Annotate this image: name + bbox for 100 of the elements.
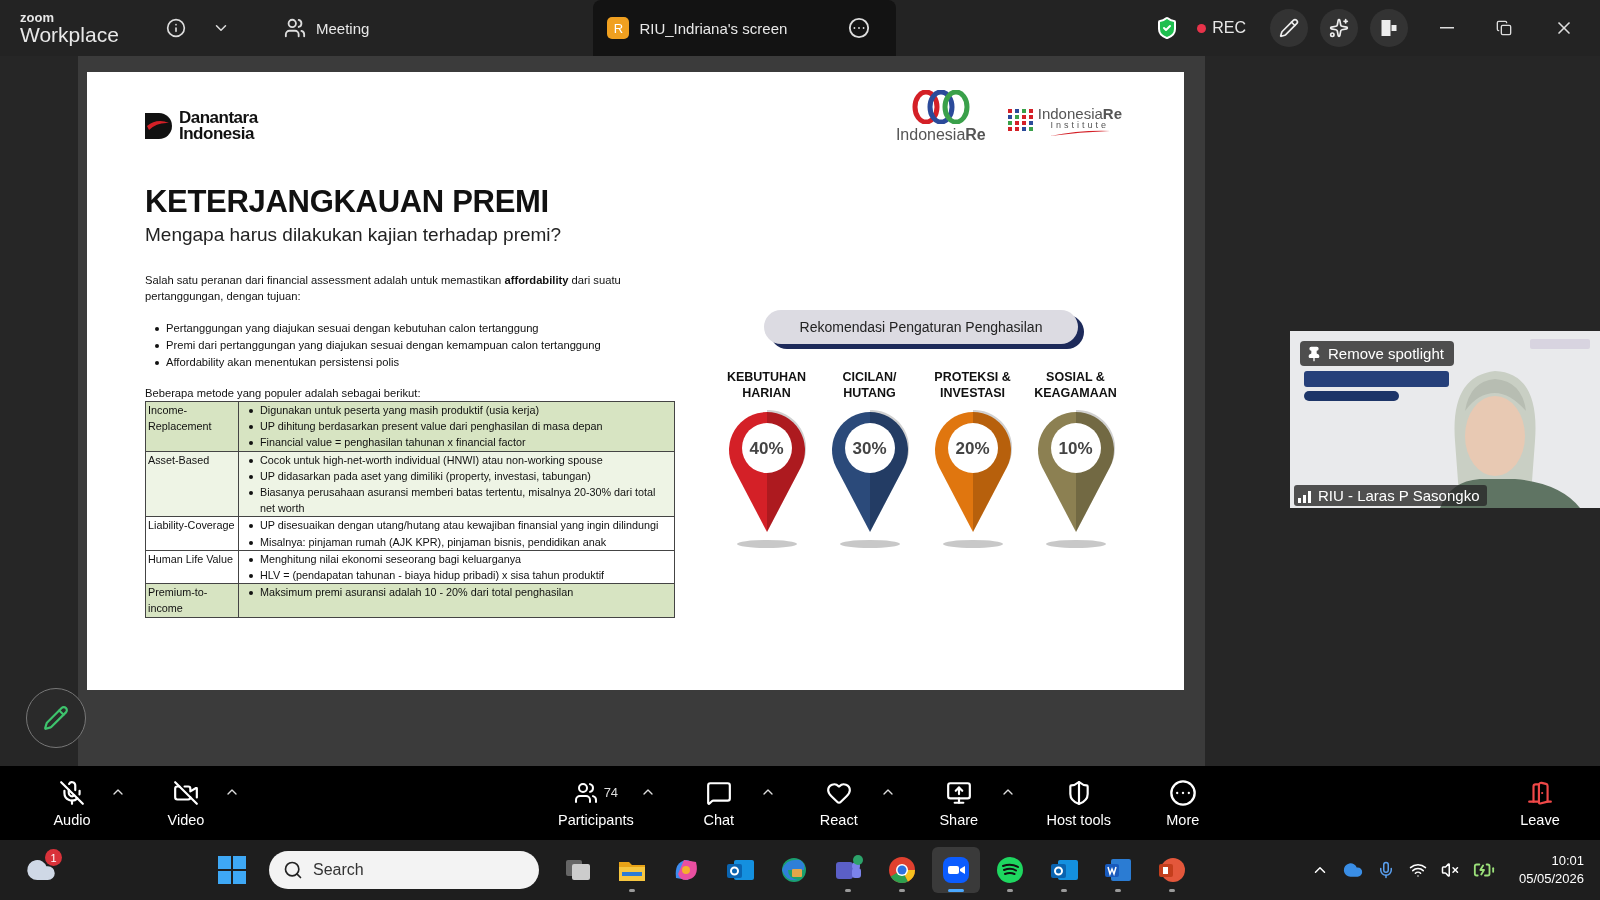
bullet-dot-icon bbox=[249, 557, 253, 562]
avatar-badge: R bbox=[607, 17, 630, 39]
clock-date[interactable]: 05/05/2026 bbox=[1518, 870, 1584, 888]
muted-speaker-icon[interactable] bbox=[1440, 861, 1459, 879]
method-name-cell: Premium-to-income bbox=[145, 583, 239, 618]
participant-count: 74 bbox=[603, 785, 619, 800]
restore-icon bbox=[1496, 20, 1512, 36]
bullet-point: Pertanggungan yang diajukan sesuai dengan kebutuhan calon tertanggung bbox=[166, 321, 539, 337]
layout-icon bbox=[1381, 20, 1397, 36]
minimize-icon bbox=[1440, 27, 1454, 29]
pencil-icon bbox=[1279, 18, 1299, 38]
sparkle-button[interactable] bbox=[1320, 9, 1358, 47]
method-point: UP disesuaikan dengan utang/hutang atau kewajiban finansial yang ingin dilindungi bbox=[260, 518, 659, 534]
category-label: PROTEKSI & INVESTASI bbox=[934, 370, 1011, 402]
layout-button[interactable] bbox=[1370, 9, 1408, 47]
method-point: Cocok untuk high-net-worth individual (HNWI) atau non-working spouse bbox=[260, 452, 603, 468]
annotate-pencil-button[interactable] bbox=[26, 688, 86, 748]
taskbar-app-button[interactable] bbox=[932, 847, 980, 893]
clock-time[interactable]: 10:01 bbox=[1551, 852, 1584, 870]
slide-subtitle: Mengapa harus dilakukan kajian terhadap premi? bbox=[145, 224, 563, 246]
method-point: Financial value = penghasilan tahunan x financial factor bbox=[260, 435, 526, 451]
leave-button[interactable]: Leave bbox=[1500, 778, 1580, 828]
institute-logo-subtext: Institute bbox=[1050, 121, 1110, 130]
category-label: SOSIAL & KEAGAMAAN bbox=[1034, 370, 1117, 402]
search-field[interactable]: Search bbox=[269, 851, 539, 889]
method-name-cell: Income-Replacement bbox=[145, 401, 239, 452]
windows-logo-icon bbox=[218, 856, 246, 884]
company-logo-text: Danantara Indonesia bbox=[179, 110, 258, 143]
category-label: KEBUTUHAN HARIAN bbox=[726, 370, 807, 402]
percentage-value: 10% bbox=[1057, 439, 1094, 459]
more-icon bbox=[848, 17, 871, 39]
category-label: CICILAN/ HUTANG bbox=[842, 370, 897, 402]
brand-logo-text: zoom bbox=[20, 11, 55, 24]
pin-icon bbox=[1306, 345, 1322, 362]
bullet-dot-icon bbox=[249, 474, 253, 479]
toolbar-button[interactable]: Chat bbox=[677, 778, 760, 828]
company-logo-text: IndonesiaRe bbox=[895, 126, 986, 144]
logo-mark-icon bbox=[145, 111, 175, 142]
share-screen-icon bbox=[945, 779, 972, 806]
annotate-button[interactable] bbox=[1270, 9, 1308, 47]
sound-wave-app-icon bbox=[994, 854, 1026, 886]
people-icon bbox=[573, 780, 598, 805]
sparkle-icon bbox=[1329, 18, 1349, 38]
intro-paragraph: Salah satu peranan dari financial assessment adalah untuk memastikan affordability dari suatu pertanggungan, dengan tujuan: bbox=[145, 273, 622, 305]
toolbar-button[interactable]: More bbox=[1141, 778, 1224, 828]
toolbar-button[interactable]: Audio bbox=[34, 778, 110, 828]
exit-door-icon bbox=[1527, 779, 1553, 806]
method-point: UP dihitung berdasarkan present value dari penghasilan di masa depan bbox=[260, 419, 603, 435]
more-icon bbox=[1168, 778, 1197, 807]
remove-spotlight-button[interactable]: Remove spotlight bbox=[1300, 341, 1454, 366]
bullet-dot-icon bbox=[155, 361, 159, 366]
participant-name: RIU - Laras P Sasongko bbox=[1318, 487, 1480, 504]
tab-label: Meeting bbox=[316, 19, 370, 37]
methods-intro: Beberapa metode yang populer adalah sebagai berikut: bbox=[145, 385, 422, 401]
bullet-dot-icon bbox=[249, 540, 253, 545]
toolbar-button[interactable]: Host tools bbox=[1037, 778, 1120, 828]
method-point: HLV = (pendapatan tahunan - biaya hidup pribadi) x sisa tahun produktif bbox=[260, 567, 605, 583]
method-point: Digunakan untuk peserta yang masih produktif (usia kerja) bbox=[260, 403, 540, 419]
method-name-cell: Asset-Based bbox=[145, 451, 239, 517]
method-point: Misalnya: pinjaman rumah (AJK KPR), pinjaman bisnis, pendidikan anak bbox=[260, 534, 607, 550]
bullet-dot-icon bbox=[155, 327, 159, 332]
product-name: Workplace bbox=[20, 24, 120, 45]
pencil-icon bbox=[43, 705, 69, 731]
notification-badge: 1 bbox=[45, 849, 62, 866]
meeting-tab[interactable]: Meeting bbox=[270, 0, 384, 56]
recording-label: REC bbox=[1212, 19, 1246, 37]
muted-mic-icon bbox=[59, 779, 85, 806]
bullet-point: Premi dari pertanggungan yang diajukan sesuai dengan kemampuan calon tertanggung bbox=[166, 338, 601, 354]
percentage-value: 30% bbox=[851, 439, 888, 459]
slide-title: KETERJANGKAUAN PREMI bbox=[145, 184, 550, 220]
percentage-value: 20% bbox=[954, 439, 991, 459]
method-point: Biasanya perusahaan asuransi memberi batas tertentu, misalnya 20-30% dari total net worth bbox=[260, 485, 657, 517]
bullet-dot-icon bbox=[249, 491, 253, 496]
bullet-dot-icon bbox=[249, 573, 253, 578]
video-off-icon bbox=[173, 779, 199, 806]
method-point: Maksimum premi asuransi adalah 10 - 20% dari total penghasilan bbox=[260, 585, 574, 601]
bullet-dot-icon bbox=[249, 458, 253, 463]
wifi-icon[interactable] bbox=[1408, 861, 1427, 879]
chat-bubble-icon bbox=[705, 779, 732, 806]
people-icon bbox=[284, 17, 306, 39]
cloud-icon[interactable] bbox=[1342, 860, 1363, 880]
bullet-dot-icon bbox=[249, 425, 253, 430]
bullet-dot-icon bbox=[249, 591, 253, 596]
toolbar-button[interactable]: Video bbox=[148, 778, 224, 828]
method-name-cell: Liability-Coverage bbox=[145, 516, 239, 551]
dot-grid-logo-icon bbox=[1007, 109, 1034, 133]
bullet-dot-icon bbox=[249, 409, 253, 414]
signal-bars-icon bbox=[1298, 488, 1314, 503]
bullet-point: Affordability akan menentukan persistensi polis bbox=[166, 355, 399, 371]
toolbar-button[interactable]: React bbox=[797, 778, 880, 828]
ring-app-icon bbox=[886, 854, 918, 886]
toolbar-button[interactable]: 74 Participants bbox=[552, 778, 640, 828]
method-point: Menghitung nilai ekonomi seseorang bagi keluarganya bbox=[260, 551, 522, 567]
institute-logo-text: IndonesiaRe bbox=[1037, 106, 1122, 121]
bullet-dot-icon bbox=[249, 524, 253, 529]
bullet-dot-icon bbox=[155, 344, 159, 349]
toolbar-button[interactable]: Share bbox=[917, 778, 1000, 828]
percentage-value: 40% bbox=[748, 439, 785, 459]
method-name-cell: Human Life Value bbox=[145, 550, 239, 584]
meeting-tab[interactable]: R RIU_Indriana's screen bbox=[593, 0, 897, 56]
